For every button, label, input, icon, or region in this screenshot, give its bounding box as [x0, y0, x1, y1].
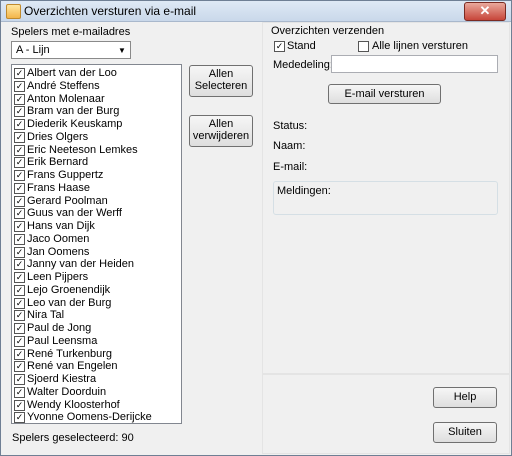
- player-checkbox[interactable]: ✓: [14, 323, 25, 334]
- notifications-label: Meldingen:: [277, 185, 331, 197]
- player-checkbox[interactable]: ✓: [14, 233, 25, 245]
- player-checkbox[interactable]: ✓: [14, 284, 25, 296]
- select-all-label-line1: Allen: [208, 68, 234, 80]
- email-label: E-mail:: [273, 161, 308, 173]
- close-dialog-button[interactable]: Sluiten: [433, 422, 497, 443]
- all-lines-checkbox[interactable]: [358, 41, 369, 52]
- window-title: Overzichten versturen via e-mail: [24, 4, 197, 18]
- chevron-down-icon: ▼: [118, 46, 126, 55]
- status-label: Status:: [273, 120, 308, 132]
- name-label: Naam:: [273, 140, 306, 152]
- close-icon: ✕: [479, 3, 491, 18]
- footer-panel: Help Sluiten: [262, 374, 510, 454]
- player-name: Leen Pijpers: [27, 271, 89, 283]
- player-checkbox[interactable]: ✓: [14, 348, 25, 360]
- stand-checkbox[interactable]: ✓: [274, 41, 285, 52]
- player-checkbox[interactable]: ✓: [14, 386, 25, 398]
- player-checkbox[interactable]: ✓: [14, 374, 25, 385]
- player-name: Leo van der Burg: [27, 296, 112, 309]
- player-checkbox[interactable]: ✓: [14, 170, 25, 181]
- message-label: Mededeling:: [273, 59, 333, 71]
- player-checkbox[interactable]: ✓: [14, 68, 25, 79]
- player-name: Anton Molenaar: [27, 92, 105, 105]
- players-panel: Spelers met e-mailadres A - Lijn ▼ ✓ Albe…: [3, 22, 260, 452]
- line-select[interactable]: A - Lijn ▼: [11, 41, 131, 59]
- player-name: Gerard Poolman: [27, 194, 108, 207]
- help-label: Help: [453, 391, 477, 403]
- remove-all-label-line1: Allen: [208, 118, 234, 130]
- player-name: Sjoerd Kiestra: [27, 373, 97, 385]
- player-name: Erik Bernard: [27, 156, 89, 169]
- player-name: Bram van der Burg: [27, 105, 120, 118]
- player-checkbox[interactable]: ✓: [14, 221, 25, 232]
- send-panel: Overzichten verzenden ✓ Stand Alle lijne…: [262, 22, 510, 374]
- player-checkbox[interactable]: ✓: [14, 335, 25, 347]
- player-name: Diederik Keuskamp: [27, 118, 123, 130]
- player-checkbox[interactable]: ✓: [14, 208, 25, 220]
- send-section-title: Overzichten verzenden: [271, 25, 385, 37]
- player-name: Yvonne Oomens-Derijcke: [27, 411, 152, 424]
- notifications-group: Meldingen:: [273, 181, 498, 215]
- remove-all-button[interactable]: Allen verwijderen: [189, 115, 253, 147]
- player-checkbox[interactable]: ✓: [14, 182, 25, 194]
- player-name: Jan Oomens: [27, 245, 90, 258]
- player-checkbox[interactable]: ✓: [14, 310, 25, 322]
- player-checkbox[interactable]: ✓: [14, 259, 25, 271]
- player-name: Dries Olgers: [27, 130, 89, 143]
- close-window-button[interactable]: ✕: [464, 2, 506, 21]
- player-name: André Steffens: [27, 79, 100, 92]
- player-name: Paul de Jong: [27, 322, 92, 334]
- player-checkbox[interactable]: ✓: [14, 297, 25, 309]
- player-checkbox[interactable]: ✓: [14, 144, 25, 156]
- player-checkbox[interactable]: ✓: [14, 195, 25, 207]
- player-name: Frans Haase: [27, 181, 90, 194]
- player-checkbox[interactable]: ✓: [14, 157, 25, 169]
- player-name: Guus van der Werff: [27, 207, 122, 220]
- stand-checkbox-label: Stand: [287, 40, 316, 52]
- player-name: René van Engelen: [27, 360, 118, 373]
- player-name: Nira Tal: [27, 309, 65, 322]
- player-name: Eric Neeteson Lemkes: [27, 143, 138, 156]
- player-name: Paul Leensma: [27, 334, 98, 347]
- player-checkbox[interactable]: ✓: [14, 246, 25, 258]
- player-checkbox[interactable]: ✓: [14, 80, 25, 92]
- selected-count: Spelers geselecteerd: 90: [12, 432, 134, 444]
- players-group-label: Spelers met e-mailadres: [11, 26, 131, 38]
- select-all-button[interactable]: Allen Selecteren: [189, 65, 253, 97]
- send-email-label: E-mail versturen: [344, 88, 425, 100]
- dialog-window: Overzichten versturen via e-mail ✕ Spele…: [0, 0, 512, 456]
- player-name: Walter Doorduin: [27, 385, 107, 398]
- player-checkbox[interactable]: ✓: [14, 93, 25, 105]
- player-checkbox[interactable]: ✓: [14, 272, 25, 283]
- player-checkbox[interactable]: ✓: [14, 412, 25, 423]
- close-dialog-label: Sluiten: [448, 426, 482, 438]
- player-name: Hans van Dijk: [27, 220, 95, 232]
- send-email-button[interactable]: E-mail versturen: [328, 84, 441, 104]
- remove-all-label-line2: verwijderen: [192, 130, 250, 142]
- check-icon: ✓: [275, 41, 284, 51]
- player-checkbox[interactable]: ✓: [14, 106, 25, 118]
- player-name: Lejo Groenendijk: [27, 283, 111, 296]
- player-checkbox[interactable]: ✓: [14, 131, 25, 143]
- message-input[interactable]: [331, 55, 498, 73]
- help-button[interactable]: Help: [433, 387, 497, 408]
- player-name: Wendy Kloosterhof: [27, 398, 120, 411]
- player-name: Jaco Oomen: [27, 232, 90, 245]
- players-list[interactable]: ✓ Albert van der Loo ✓ André Steffens ✓ Anton…: [11, 64, 182, 424]
- player-name: Janny van der Heiden: [27, 258, 135, 271]
- player-name: Frans Guppertz: [27, 169, 104, 181]
- all-lines-checkbox-label: Alle lijnen versturen: [372, 40, 468, 52]
- player-checkbox[interactable]: ✓: [14, 399, 25, 411]
- select-all-label-line2: Selecteren: [194, 80, 248, 92]
- player-checkbox[interactable]: ✓: [14, 119, 25, 130]
- title-bar[interactable]: Overzichten versturen via e-mail ✕: [1, 1, 511, 22]
- player-name: Albert van der Loo: [27, 67, 117, 79]
- player-name: René Turkenburg: [27, 347, 112, 360]
- player-checkbox[interactable]: ✓: [14, 361, 25, 373]
- mail-app-icon: [6, 4, 21, 19]
- line-select-value: A - Lijn: [16, 44, 50, 56]
